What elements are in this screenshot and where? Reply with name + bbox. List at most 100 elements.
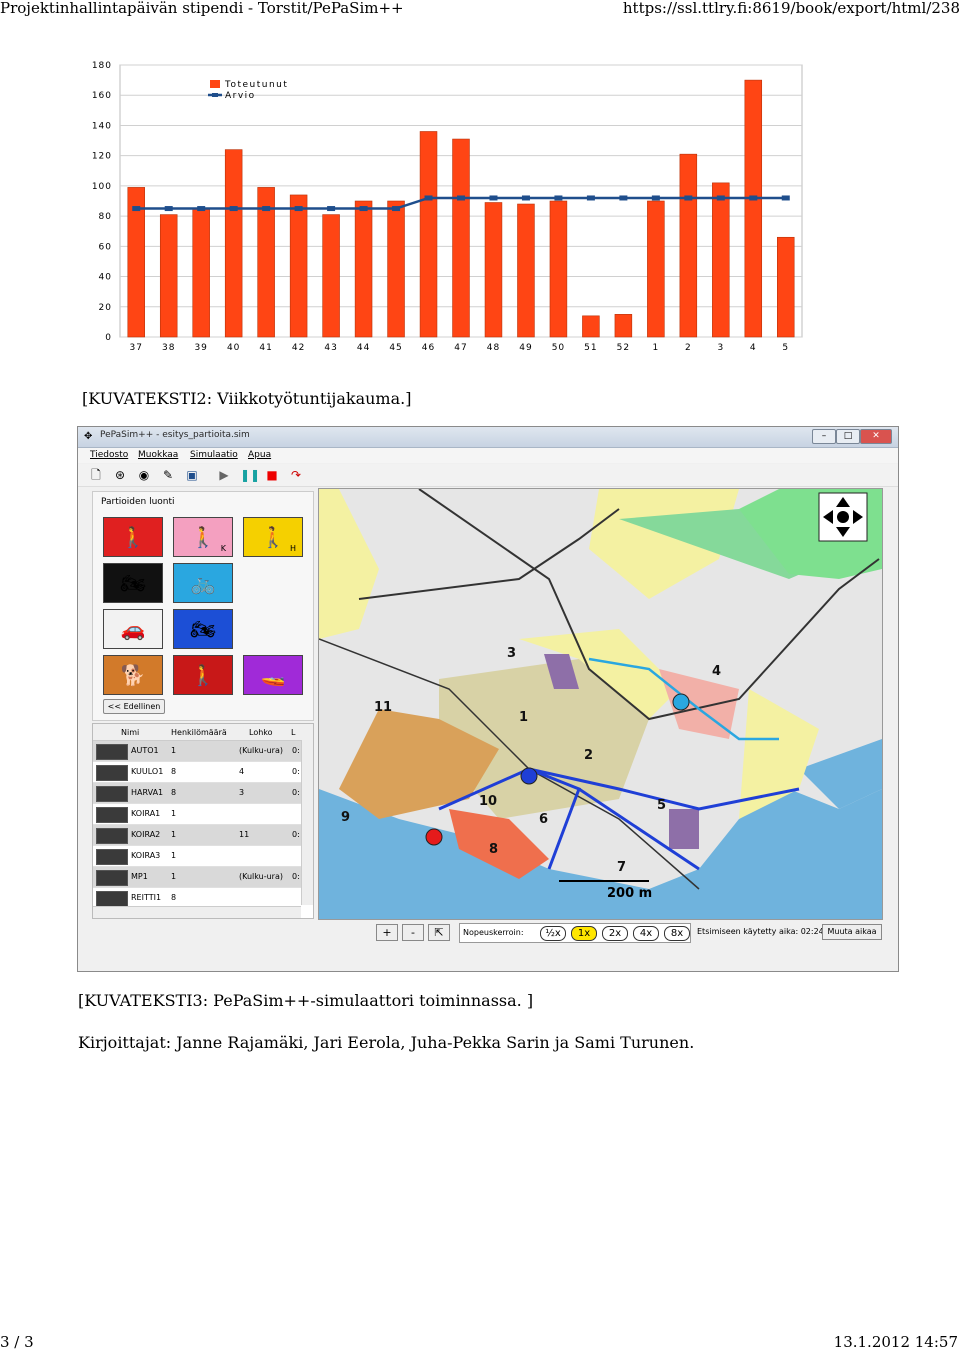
- estimate-marker: [489, 195, 498, 201]
- walker-red-icon: 🚶: [120, 525, 146, 549]
- spawn-button-motorcycle[interactable]: 🏍: [173, 609, 233, 649]
- list-horizontal-scrollbar[interactable]: [93, 906, 301, 918]
- edit-icon[interactable]: ✎: [160, 467, 176, 483]
- speed-button-0[interactable]: ½x: [540, 926, 566, 941]
- map-canvas[interactable]: 1 2 3 4 5 6 7 8 9 10 11 200 m: [319, 489, 882, 919]
- list-item[interactable]: KOIRA3 1: [93, 846, 301, 867]
- map-block-label: 3: [507, 646, 516, 661]
- speed-button-2[interactable]: 2x: [602, 926, 628, 941]
- list-item[interactable]: MP1 1 (Kulku-ura) 0:: [93, 867, 301, 888]
- pan-control[interactable]: [818, 492, 868, 542]
- col-lohko[interactable]: Lohko: [249, 728, 273, 737]
- spawn-button-bicycle[interactable]: 🚲: [173, 563, 233, 603]
- legend-swatch-marker: [212, 93, 218, 97]
- list-vertical-scrollbar[interactable]: [301, 740, 313, 905]
- x-tick-label: 45: [389, 343, 402, 353]
- spawn-button-walker-dark-red[interactable]: 🚶: [173, 655, 233, 695]
- menu-muokkaa[interactable]: Muokkaa: [138, 450, 178, 460]
- y-tick-label: 80: [99, 212, 112, 222]
- dog-icon: 🐕: [120, 663, 146, 687]
- maximize-button[interactable]: □: [836, 429, 860, 444]
- cell-name: AUTO1: [131, 746, 159, 755]
- change-time-button[interactable]: Muuta aikaa: [822, 924, 882, 940]
- open-icon[interactable]: ⊛: [112, 467, 128, 483]
- speed-button-4[interactable]: 8x: [664, 926, 690, 941]
- menu-tiedosto[interactable]: Tiedosto: [90, 450, 128, 460]
- speed-button-3[interactable]: 4x: [633, 926, 659, 941]
- estimate-marker: [359, 206, 368, 212]
- previous-button[interactable]: << Edellinen: [103, 699, 165, 714]
- legend-swatch-bar: [210, 80, 220, 88]
- zoom-out-button[interactable]: -: [402, 924, 424, 941]
- estimate-marker: [781, 195, 790, 201]
- list-item[interactable]: KUULO1 8 4 0:: [93, 762, 301, 783]
- stop-icon[interactable]: ■: [264, 467, 280, 483]
- simulator-screenshot: ✥ PePaSim++ - esitys_partioita.sim – □ ✕…: [77, 426, 899, 972]
- cell-count: 1: [171, 830, 177, 839]
- minimize-button[interactable]: –: [812, 429, 836, 444]
- speed-button-1[interactable]: 1x: [571, 926, 597, 941]
- patrol-type-icon: [96, 870, 128, 886]
- atv-icon: 🏍: [120, 571, 146, 595]
- toolbar: 🗋 ⊛ ◉ ✎ ▣ ▶ ❚❚ ■ ↷: [78, 464, 898, 487]
- cell-block: 3: [239, 788, 245, 797]
- spawn-button-dog[interactable]: 🐕: [103, 655, 163, 695]
- x-tick-label: 44: [357, 343, 370, 353]
- print-date: 13.1.2012 14:57: [833, 1333, 958, 1351]
- estimate-marker: [749, 195, 758, 201]
- patrol-type-icon: [96, 807, 128, 823]
- estimate-marker: [327, 206, 336, 212]
- list-item[interactable]: KOIRA2 1 11 0:: [93, 825, 301, 846]
- settings-icon[interactable]: ◉: [136, 467, 152, 483]
- window-titlebar: ✥ PePaSim++ - esitys_partioita.sim – □ ✕: [78, 427, 898, 448]
- boat-icon: 🚤: [260, 663, 286, 687]
- save-icon[interactable]: ▣: [184, 467, 200, 483]
- zoom-in-button[interactable]: +: [376, 924, 398, 941]
- panel-title: Partioiden luonti: [101, 497, 175, 507]
- estimate-marker: [424, 195, 433, 201]
- bar: [387, 200, 405, 338]
- cell-name: KOIRA2: [131, 830, 161, 839]
- col-henkilomaara[interactable]: Henkilömäärä: [171, 728, 227, 737]
- col-l[interactable]: L: [291, 728, 295, 737]
- menu-simulaatio[interactable]: Simulaatio: [190, 450, 238, 460]
- speed-label: Nopeuskerroin:: [463, 928, 524, 937]
- bar: [614, 314, 633, 338]
- spawn-button-walker-red[interactable]: 🚶: [103, 517, 163, 557]
- bar: [484, 202, 503, 338]
- cell-count: 8: [171, 788, 177, 797]
- spawn-button-sublabel: K: [220, 544, 226, 553]
- spawn-button-atv[interactable]: 🏍: [103, 563, 163, 603]
- x-tick-label: 37: [130, 343, 143, 353]
- patrol-type-icon: [96, 891, 128, 907]
- spawn-button-boat[interactable]: 🚤: [243, 655, 303, 695]
- y-tick-label: 0: [105, 333, 112, 343]
- map-block-label: 9: [341, 810, 350, 825]
- cell-name: KUULO1: [131, 767, 164, 776]
- spawn-button-car[interactable]: 🚗: [103, 609, 163, 649]
- estimate-marker: [262, 206, 271, 212]
- list-item[interactable]: KOIRA1 1: [93, 804, 301, 825]
- spawn-button-walker-pink[interactable]: 🚶 K: [173, 517, 233, 557]
- cell-block: (Kulku-ura): [239, 746, 283, 755]
- menu-apua[interactable]: Apua: [248, 450, 271, 460]
- pointer-tool-button[interactable]: ⇱: [428, 924, 450, 941]
- list-item[interactable]: AUTO1 1 (Kulku-ura) 0:: [93, 741, 301, 762]
- close-button[interactable]: ✕: [860, 429, 892, 444]
- bar: [289, 194, 308, 338]
- bar: [582, 315, 600, 338]
- x-tick-label: 52: [617, 343, 630, 353]
- map-view[interactable]: 1 2 3 4 5 6 7 8 9 10 11 200 m: [318, 488, 883, 920]
- status-bar: + - ⇱ Nopeuskerroin: ½x 1x 2x 4x 8x Etsimise…: [374, 920, 884, 943]
- new-file-icon[interactable]: 🗋: [88, 467, 104, 483]
- bar: [744, 79, 763, 338]
- pause-icon[interactable]: ❚❚: [240, 467, 260, 483]
- col-nimi[interactable]: Nimi: [121, 728, 139, 737]
- bar: [777, 236, 795, 338]
- estimate-marker: [164, 206, 173, 212]
- undo-icon[interactable]: ↷: [288, 467, 304, 483]
- x-tick-label: 40: [227, 343, 240, 353]
- spawn-button-walker-yellow[interactable]: 🚶 H: [243, 517, 303, 557]
- play-icon[interactable]: ▶: [216, 467, 232, 483]
- list-item[interactable]: HARVA1 8 3 0:: [93, 783, 301, 804]
